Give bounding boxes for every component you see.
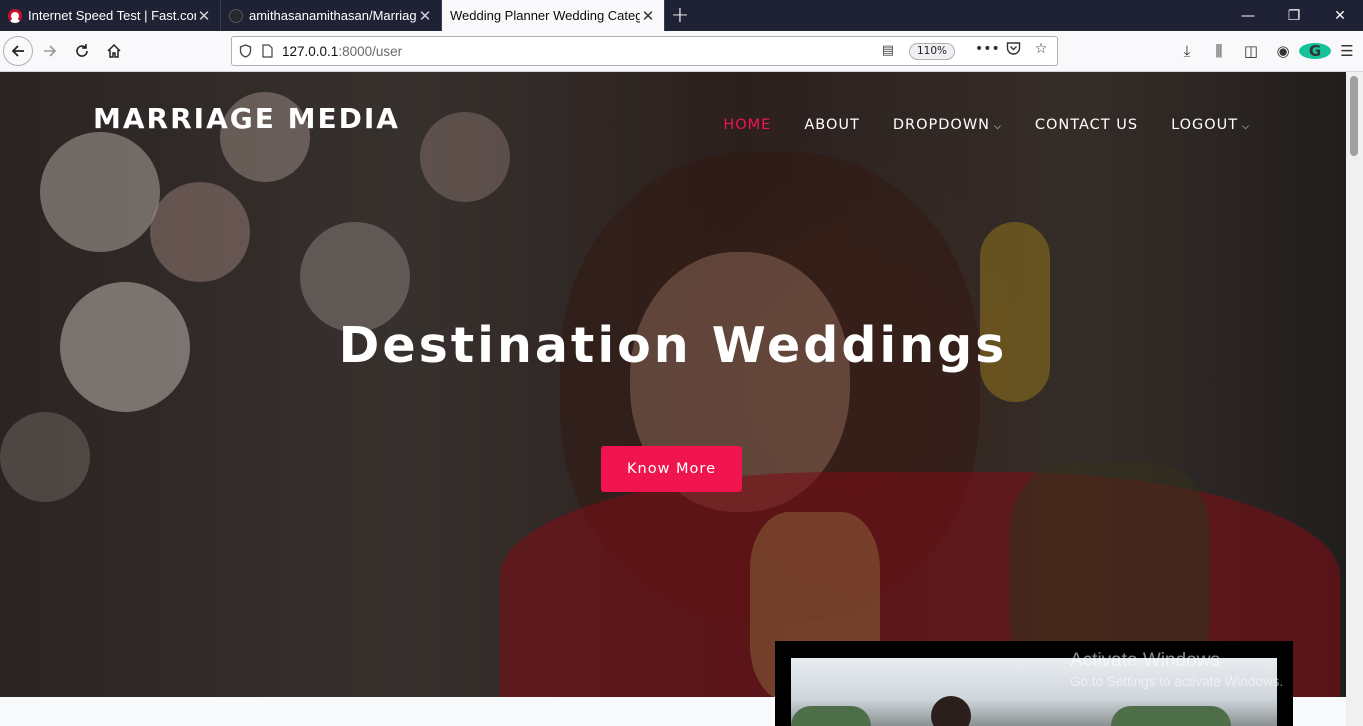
- menu-icon[interactable]: ☰: [1331, 42, 1363, 60]
- close-window-icon[interactable]: ✕: [1317, 0, 1363, 31]
- bookmark-star-icon[interactable]: ☆: [1031, 41, 1051, 59]
- hero-headline: Destination Weddings: [338, 317, 1008, 374]
- menu-dropdown-label: DROPDOWN: [892, 117, 991, 133]
- menu-logout[interactable]: LOGOUT ⌵: [1171, 117, 1250, 133]
- main-menu: HOME ABOUT DROPDOWN ⌵ CONTACT US LOGOUT ⌵: [723, 117, 1250, 133]
- scrollbar-thumb[interactable]: [1350, 76, 1358, 156]
- zoom-level[interactable]: 110%: [908, 43, 955, 60]
- web-page: MARRIAGE MEDIA HOME ABOUT DROPDOWN ⌵ CONT…: [0, 72, 1346, 726]
- home-button[interactable]: [100, 37, 128, 65]
- page-actions-icon[interactable]: •••: [975, 41, 1000, 59]
- browser-tools: ⤓ ⫼ ◫ ◉ G ☰: [1171, 31, 1363, 71]
- github-icon: [229, 8, 243, 23]
- menu-logout-label: LOGOUT: [1171, 117, 1239, 133]
- reload-icon: [76, 44, 88, 57]
- tab-title: Wedding Planner Wedding Category: [450, 8, 640, 23]
- sidebar-icon[interactable]: ◫: [1235, 42, 1267, 60]
- home-icon: [107, 43, 121, 58]
- menu-about[interactable]: ABOUT: [804, 117, 860, 133]
- new-tab-button[interactable]: +: [665, 0, 695, 31]
- chevron-down-icon: ⌵: [994, 122, 1002, 132]
- address-bar[interactable]: 127.0.0.1:8000/user ▤ 110% ••• ☆: [231, 36, 1058, 66]
- download-icon[interactable]: ⤓: [1171, 42, 1203, 60]
- window-controls: — ❐ ✕: [1225, 0, 1363, 31]
- tab-github[interactable]: amithasanamithasan/MarriageMedia ✕: [221, 0, 442, 31]
- forward-button[interactable]: [36, 37, 64, 65]
- watermark-title: Activate Windows: [1070, 650, 1220, 671]
- tab-wedding-planner[interactable]: Wedding Planner Wedding Category ✕: [442, 0, 665, 31]
- know-more-button[interactable]: Know More: [601, 446, 742, 492]
- windows-activation-watermark: Activate Windows Go to Settings to activ…: [1070, 650, 1283, 689]
- shield-icon[interactable]: [234, 44, 256, 58]
- site-logo[interactable]: MARRIAGE MEDIA: [93, 102, 400, 135]
- close-icon[interactable]: ✕: [196, 7, 212, 25]
- minimize-icon[interactable]: —: [1225, 0, 1271, 31]
- tab-strip: Internet Speed Test | Fast.com ✕ amithas…: [0, 0, 1363, 31]
- library-icon[interactable]: ⫼: [1203, 42, 1235, 60]
- watermark-subtitle: Go to Settings to activate Windows.: [1070, 674, 1284, 689]
- navigation-toolbar: 127.0.0.1:8000/user ▤ 110% ••• ☆ ⤓ ⫼ ◫ ◉…: [0, 31, 1363, 72]
- reload-button[interactable]: [68, 37, 96, 65]
- reader-view-icon[interactable]: ▤: [882, 43, 894, 58]
- close-icon[interactable]: ✕: [640, 7, 656, 25]
- forward-arrow-icon: [44, 45, 57, 57]
- back-arrow-icon: [11, 45, 24, 57]
- tab-fast[interactable]: Internet Speed Test | Fast.com ✕: [0, 0, 221, 31]
- tab-title: Internet Speed Test | Fast.com: [28, 8, 196, 23]
- url-path: :8000/user: [338, 43, 403, 59]
- page-scrollbar[interactable]: [1346, 72, 1363, 726]
- url-text: 127.0.0.1:8000/user: [282, 44, 402, 59]
- url-host: 127.0.0.1: [282, 43, 339, 59]
- menu-home[interactable]: HOME: [723, 117, 771, 133]
- restore-icon[interactable]: ❐: [1271, 0, 1317, 31]
- menu-contact[interactable]: CONTACT US: [1035, 117, 1138, 133]
- page-info-icon[interactable]: [256, 44, 278, 58]
- menu-dropdown[interactable]: DROPDOWN ⌵: [893, 117, 1002, 133]
- back-button[interactable]: [3, 36, 33, 66]
- pocket-icon[interactable]: [1003, 41, 1023, 59]
- hero-section: MARRIAGE MEDIA HOME ABOUT DROPDOWN ⌵ CONT…: [0, 72, 1346, 697]
- close-icon[interactable]: ✕: [417, 7, 433, 25]
- chevron-down-icon: ⌵: [1242, 122, 1250, 132]
- tab-title: amithasanamithasan/MarriageMedia: [249, 8, 417, 23]
- fast-icon: [8, 8, 22, 23]
- grammarly-icon[interactable]: G: [1299, 42, 1331, 60]
- account-icon[interactable]: ◉: [1267, 42, 1299, 60]
